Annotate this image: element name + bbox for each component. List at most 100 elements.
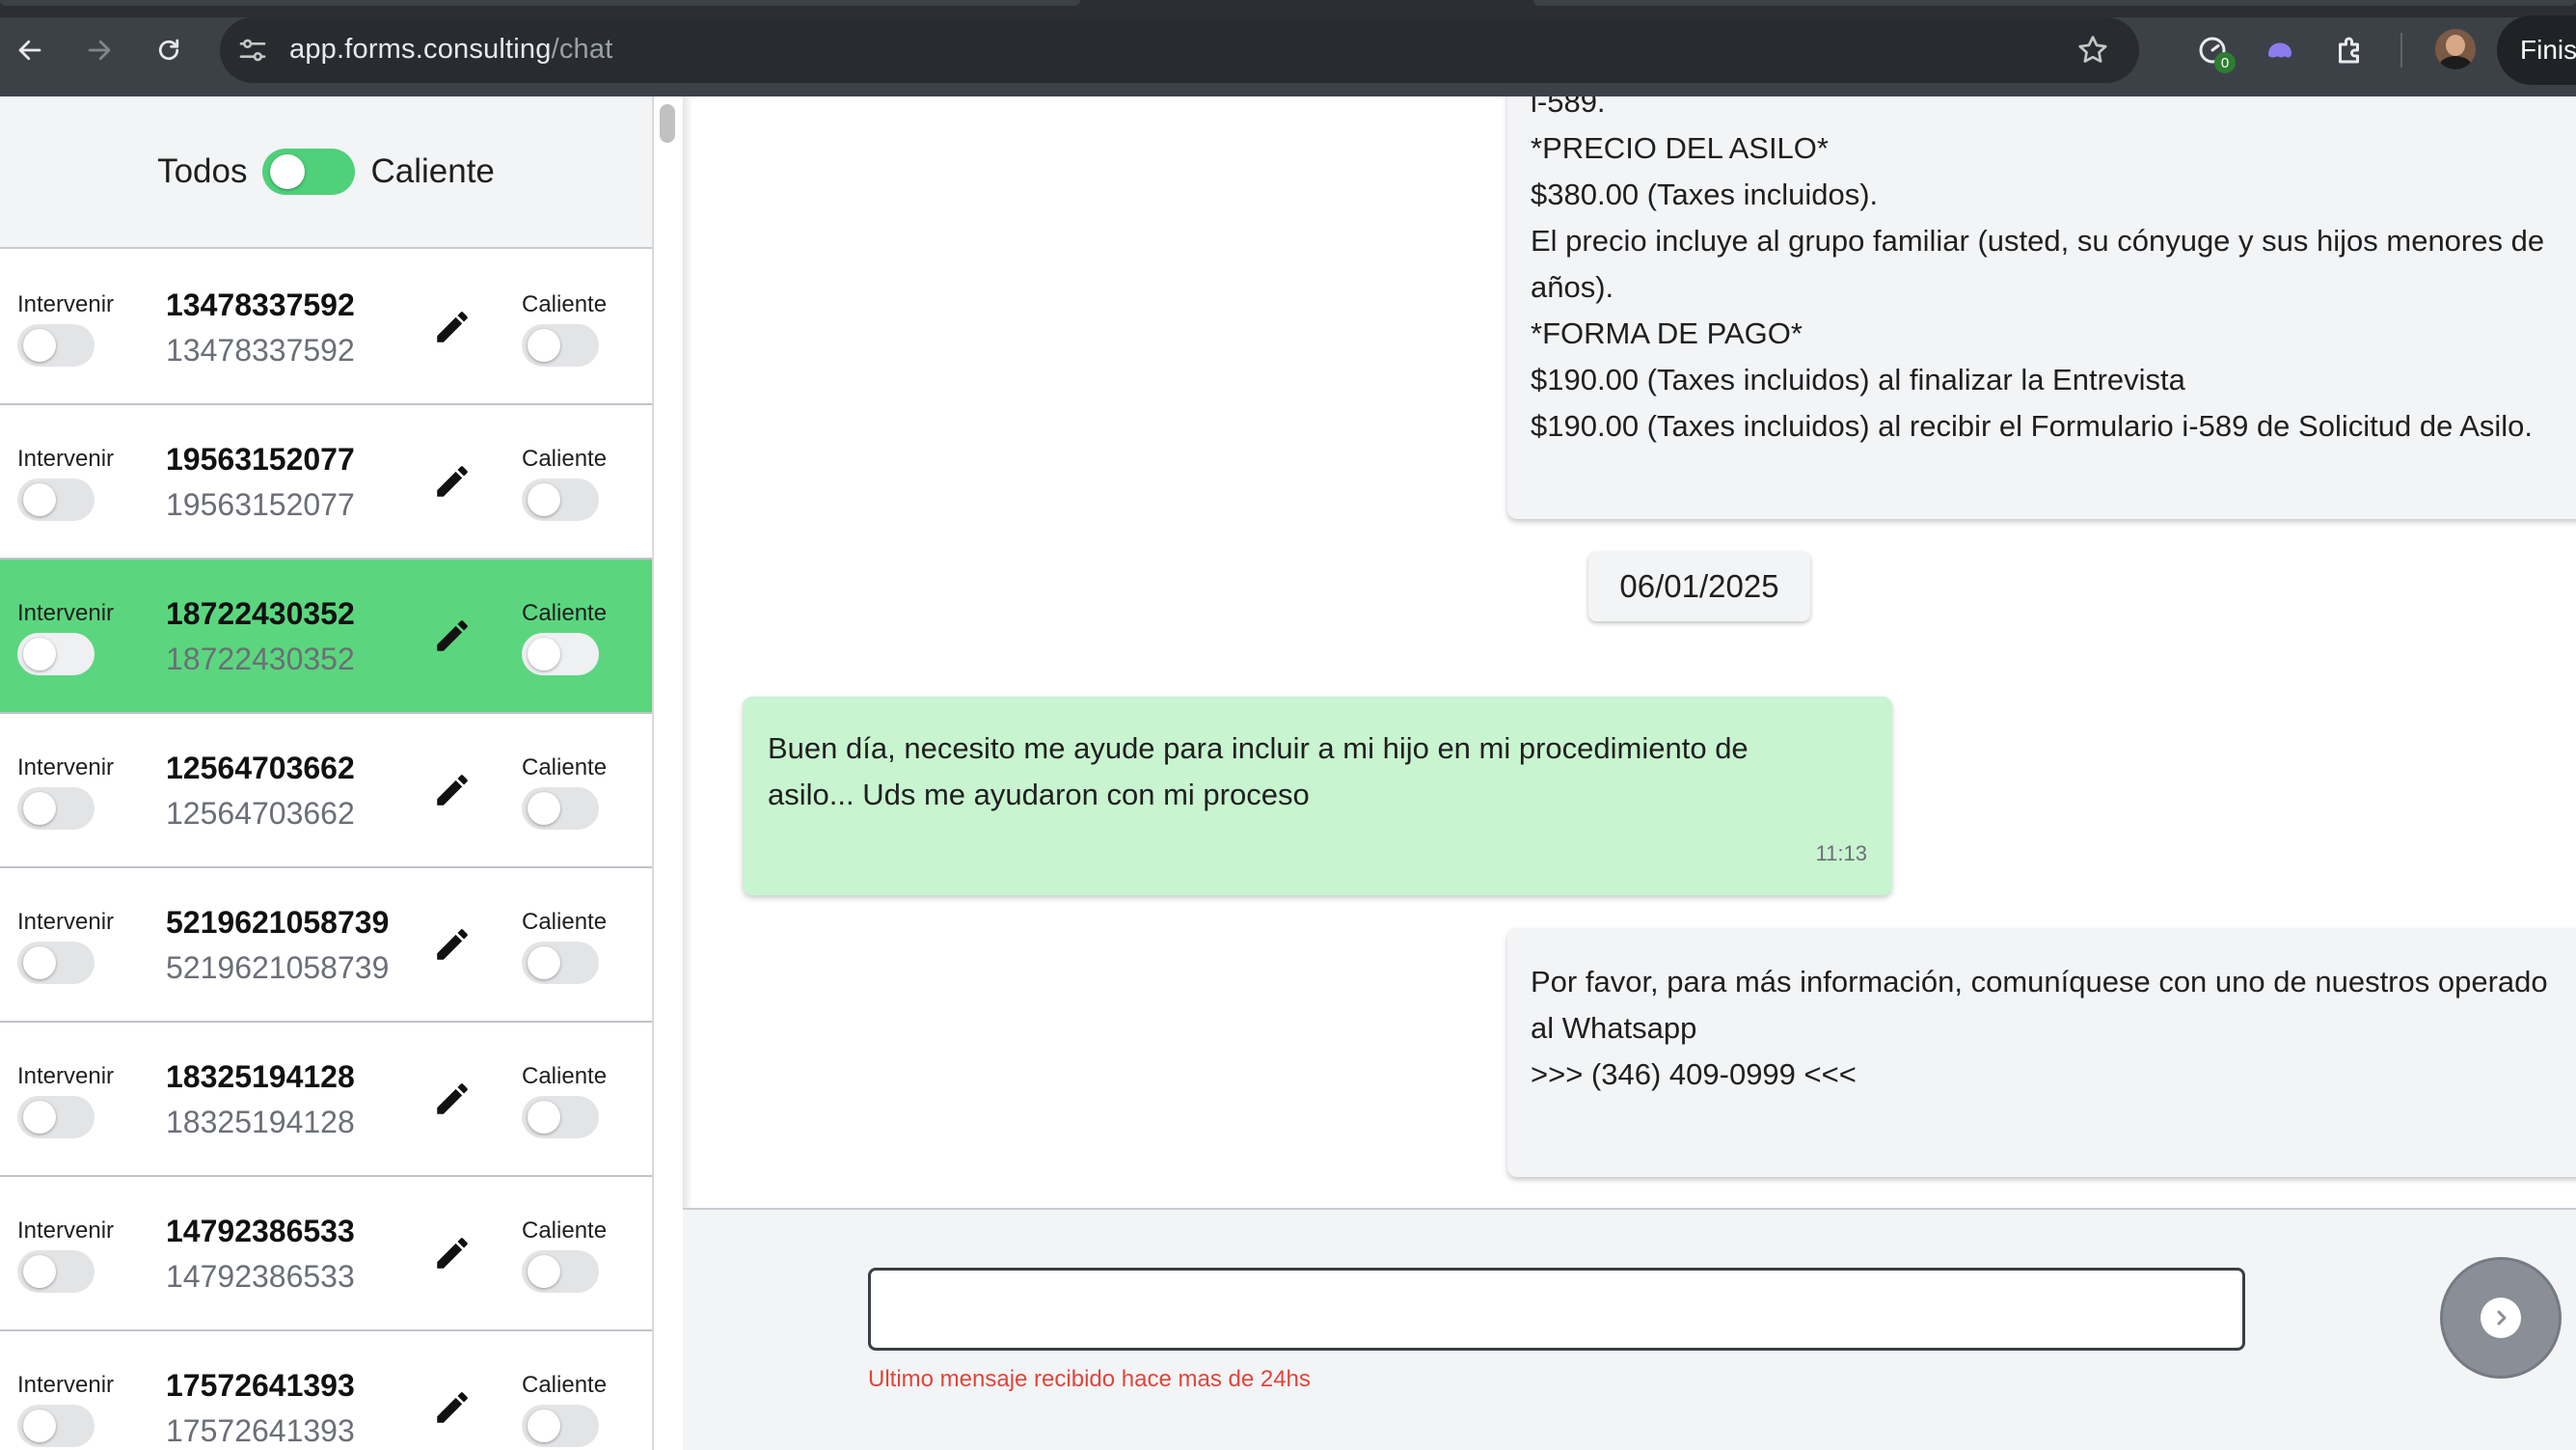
toggle-knob [528,483,560,516]
toggle-knob [528,1409,560,1442]
filter-all-label: Todos [157,152,248,190]
message-time: 11:13 [1815,841,1867,865]
contact-phone: 19563152077 [166,442,355,477]
extension-ghost-icon[interactable] [2259,29,2301,71]
toolbar-divider [2400,33,2402,68]
hot-label: Caliente [522,1372,608,1398]
contact-phone: 5219621058739 [166,905,390,940]
contact-row[interactable]: Intervenir 13478337592 13478337592 Caliente [0,251,652,405]
pencil-icon[interactable] [432,924,473,965]
intervene-toggle[interactable] [17,633,95,675]
contact-row[interactable]: Intervenir 17572641393 17572641393 Caliente [0,1331,652,1450]
message-line: Por favor, para más información, comuníq… [1531,965,2548,999]
hot-toggle[interactable] [522,633,599,675]
message-line: *PRECIO DEL ASILO* [1531,131,1829,165]
intervene-toggle[interactable] [17,787,95,830]
url-path: /chat [551,34,613,65]
hot-toggle[interactable] [522,324,599,367]
message-text: i-589. *PRECIO DEL ASILO* $380.00 (Taxes i… [1531,96,2576,450]
toggle-knob [528,792,560,825]
tab-edge [1533,0,2576,6]
chat-panel: i-589. *PRECIO DEL ASILO* $380.00 (Taxes i… [683,96,2576,1450]
intervene-toggle[interactable] [17,324,95,367]
hot-label: Caliente [522,291,608,317]
pencil-icon[interactable] [432,1387,473,1428]
toggle-knob [23,1101,56,1134]
pencil-icon[interactable] [432,616,473,656]
back-arrow-icon[interactable] [9,29,51,71]
contact-phone: 18722430352 [166,596,355,631]
message-input[interactable] [868,1268,2245,1351]
pencil-icon[interactable] [432,307,473,347]
pencil-icon[interactable] [432,461,473,502]
finish-button[interactable]: Finis [2497,15,2576,85]
message-line: >>> (346) 409-0999 <<< [1531,1057,1857,1091]
outgoing-message: i-589. *PRECIO DEL ASILO* $380.00 (Taxes i… [1507,96,2576,519]
contact-subtitle: 18722430352 [166,642,355,676]
hot-label: Caliente [522,1063,608,1089]
filter-bar: Todos Caliente [0,96,652,249]
intervene-label: Intervenir [17,1063,115,1089]
contact-subtitle: 5219621058739 [166,950,390,985]
extension-gauge-icon[interactable]: 0 [2191,29,2236,73]
hot-toggle[interactable] [522,479,599,521]
contact-row[interactable]: Intervenir 5219621058739 5219621058739 Cali… [0,868,652,1023]
intervene-toggle[interactable] [17,1250,95,1293]
hot-toggle[interactable] [522,1096,599,1138]
message-line: $380.00 (Taxes incluidos). [1531,178,1879,211]
toggle-knob [528,1101,560,1134]
intervene-toggle[interactable] [17,1405,95,1447]
contact-row[interactable]: Intervenir 14792386533 14792386533 Caliente [0,1177,652,1331]
forward-arrow-icon[interactable] [78,29,121,71]
reload-icon[interactable] [148,29,190,71]
url-text: app.forms.consulting/chat [289,34,612,66]
toggle-knob [23,638,56,670]
contact-row[interactable]: Intervenir 12564703662 12564703662 Caliente [0,714,652,868]
hot-label: Caliente [522,909,608,935]
profile-avatar[interactable] [2435,29,2476,69]
toggle-knob [23,1409,56,1442]
intervene-toggle[interactable] [17,942,95,984]
toggle-knob [23,1255,56,1288]
toggle-knob [23,946,56,979]
intervene-toggle[interactable] [17,479,95,521]
toggle-knob [528,946,560,979]
pencil-icon[interactable] [432,770,473,810]
message-line: *FORMA DE PAGO* [1531,316,1803,350]
intervene-toggle[interactable] [17,1096,95,1138]
hot-label: Caliente [522,1217,608,1244]
contact-list: Intervenir 13478337592 13478337592 Caliente… [0,251,652,1450]
hot-toggle[interactable] [522,1405,599,1447]
intervene-label: Intervenir [17,909,115,935]
hot-toggle[interactable] [522,1250,599,1293]
pencil-icon[interactable] [432,1079,473,1119]
contact-row[interactable]: Intervenir 18325194128 18325194128 Caliente [0,1023,652,1177]
pencil-icon[interactable] [432,1233,473,1273]
star-icon[interactable] [2075,33,2110,68]
contact-subtitle: 17572641393 [166,1413,355,1448]
hot-toggle[interactable] [522,787,599,830]
contact-subtitle: 18325194128 [166,1105,355,1139]
toggle-knob [528,329,560,362]
message-line: años). [1531,270,1614,304]
message-composer: Ultimo mensaje recibido hace mas de 24hs [683,1208,2576,1450]
tune-icon[interactable] [237,35,268,66]
sidebar-scrollbar[interactable] [660,104,675,143]
toggle-knob [23,483,56,516]
send-button[interactable] [2440,1257,2562,1379]
hot-toggle[interactable] [522,942,599,984]
tab-edge [0,0,1080,6]
toggle-knob [528,1255,560,1288]
chevron-right-icon [2481,1298,2521,1338]
message-line: $190.00 (Taxes incluidos) al finalizar l… [1531,363,2185,397]
intervene-label: Intervenir [17,1372,115,1398]
contact-row[interactable]: Intervenir 19563152077 19563152077 Caliente [0,405,652,560]
message-line: Buen día, necesito me ayude para incluir… [768,731,1749,765]
hot-label: Caliente [522,600,608,626]
contact-row[interactable]: Intervenir 18722430352 18722430352 Caliente [0,560,652,714]
inactivity-warning: Ultimo mensaje recibido hace mas de 24hs [868,1366,1311,1392]
puzzle-icon[interactable] [2329,29,2372,71]
address-bar[interactable]: app.forms.consulting/chat [220,17,2139,83]
date-separator: 06/01/2025 [1588,552,1810,621]
hot-filter-toggle[interactable] [262,149,356,195]
